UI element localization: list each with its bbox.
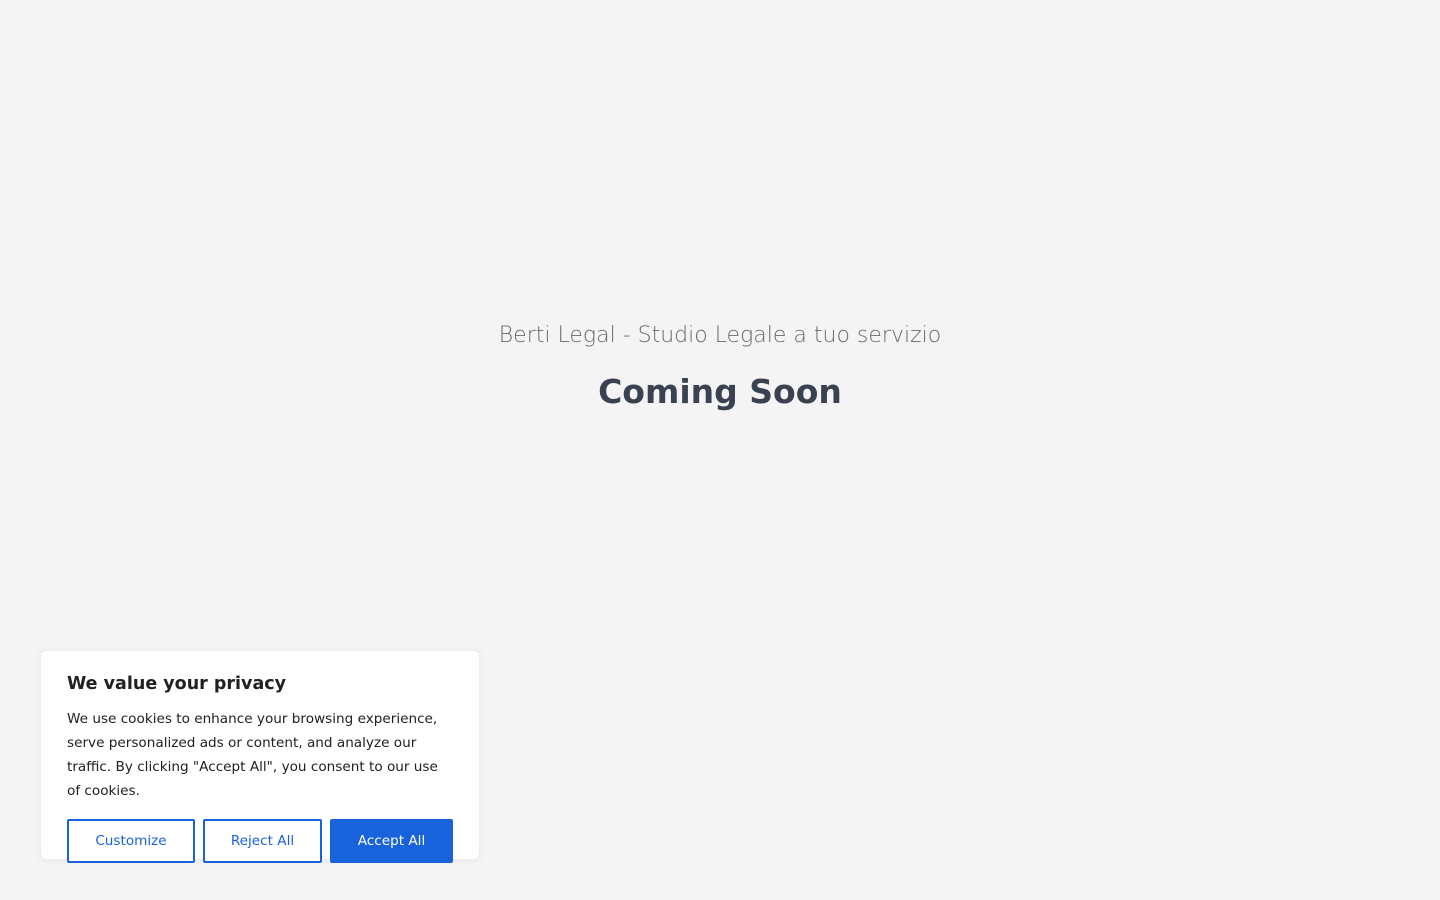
site-tagline: Berti Legal - Studio Legale a tuo serviz…	[498, 323, 942, 348]
customize-button[interactable]: Customize	[67, 819, 195, 863]
page-title: Coming Soon	[598, 372, 842, 411]
coming-soon-section: Berti Legal - Studio Legale a tuo serviz…	[0, 320, 1440, 412]
cookie-consent-banner: We value your privacy We use cookies to …	[40, 650, 480, 863]
cookie-banner-description: We use cookies to enhance your browsing …	[67, 711, 438, 799]
reject-all-button[interactable]: Reject All	[203, 819, 322, 863]
cookie-banner-title: We value your privacy	[67, 674, 287, 694]
cookie-banner-actions: Customize Reject All Accept All	[67, 819, 453, 863]
accept-all-button[interactable]: Accept All	[330, 819, 453, 863]
